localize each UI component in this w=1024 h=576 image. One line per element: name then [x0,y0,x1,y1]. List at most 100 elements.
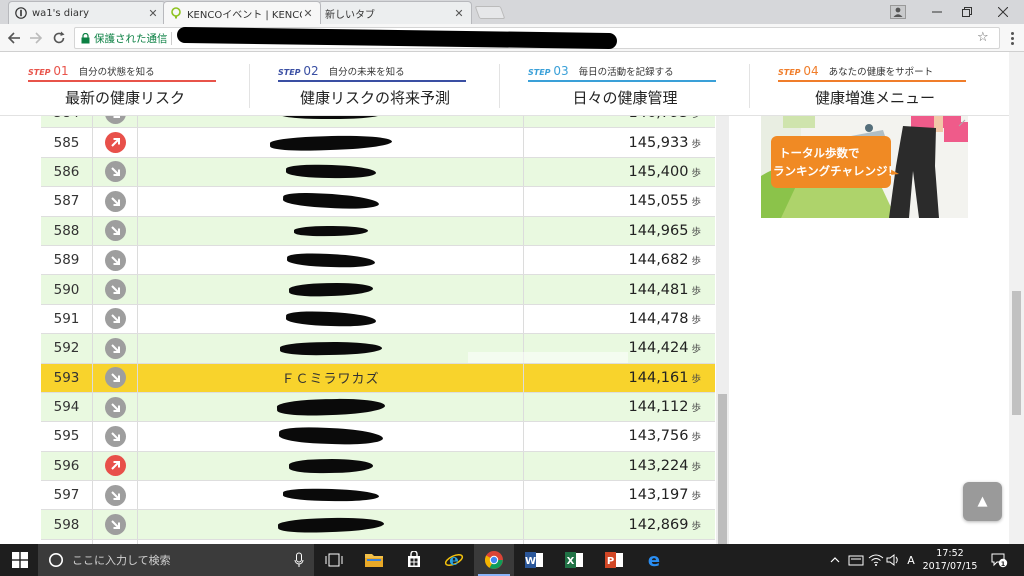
step-unit: 歩 [691,373,701,385]
trend-cell [93,116,138,128]
profile-icon[interactable] [881,0,915,24]
team-name: ＦＣミラワカズ [281,372,380,388]
close-window-icon[interactable] [986,0,1020,24]
nav-step-03[interactable]: STEP 03 毎日の活動を記録する 日々の健康管理 [500,52,750,116]
step-unit: 歩 [691,432,701,444]
blog-favicon-icon [15,7,27,19]
table-row: 586 145,400 歩 [41,157,715,188]
table-row: 588 144,965 歩 [41,216,715,246]
name-cell [138,451,524,481]
address-bar[interactable]: 保護された通信 ☆ [74,26,1000,50]
file-explorer-icon[interactable] [354,544,394,576]
trend-cell [93,157,138,187]
bookmark-star-icon[interactable]: ☆ [977,30,989,45]
task-view-icon[interactable] [314,544,354,576]
nav-step-04[interactable]: STEP 04 あなたの健康をサポート 健康増進メニュー [750,52,1000,116]
step-unit: 歩 [691,461,701,473]
name-cell [138,187,524,216]
rank-cell: 589 [41,245,93,275]
table-row: 584 146,793歩 [41,116,715,129]
powerpoint-icon[interactable]: P [594,544,634,576]
table-row: 587 145,055 歩 [41,187,715,217]
redacted-name [293,225,368,237]
tab-close-icon[interactable]: ✕ [147,7,159,20]
trend-down-arrow-icon [104,425,126,447]
people-icon[interactable] [846,544,866,576]
minimize-icon[interactable] [920,0,954,24]
step-count: 144,682 [628,252,689,269]
step-count: 145,400 [628,163,689,180]
redacted-name [277,515,384,534]
name-cell [138,157,524,187]
trend-down-arrow-icon [104,308,126,330]
show-hidden-icons-chevron-icon[interactable] [826,544,844,576]
trend-down-arrow-icon [104,367,126,389]
page-scrollbar[interactable] [1009,52,1024,544]
steps-cell: 144,965 歩 [524,217,715,245]
step-unit: 歩 [691,491,701,503]
restore-icon[interactable] [950,0,984,24]
rank-cell: 598 [41,510,93,539]
edge-icon[interactable]: e [634,544,674,576]
taskbar-clock[interactable]: 17:52 2017/07/15 [920,547,980,573]
back-arrow-icon[interactable] [4,28,24,48]
clock-date: 2017/07/15 [922,561,978,572]
microphone-icon[interactable] [294,552,304,568]
step-label: STEP 02 [278,64,319,78]
table-scrollbar[interactable] [716,116,729,544]
store-icon[interactable] [394,544,434,576]
steps-cell: 146,793歩 [524,116,715,127]
step-header: STEP 01 自分の状態を知る [28,64,216,82]
action-center-icon[interactable]: 1 [986,544,1012,576]
trend-cell [93,187,138,216]
steps-cell: 143,224 歩 [524,452,715,480]
cortana-circle-icon [49,553,63,567]
tab-wa1-diary[interactable]: wa1's diary ✕ [8,1,166,24]
wifi-icon[interactable] [866,544,886,576]
trend-cell [93,245,138,275]
browser-menu-icon[interactable] [1006,28,1018,48]
secure-indicator[interactable]: 保護された通信 [81,31,168,46]
windows-start-icon[interactable] [0,544,40,576]
forward-arrow-icon[interactable] [26,28,46,48]
step-unit: 歩 [691,403,701,415]
word-icon[interactable]: W [514,544,554,576]
nav-step-02[interactable]: STEP 02 自分の未来を知る 健康リスクの将来予測 [250,52,500,116]
step-label: STEP 01 [28,64,69,78]
steps-cell: 143,756 歩 [524,422,715,450]
step-header: STEP 03 毎日の活動を記録する [528,64,716,82]
name-cell [138,392,524,422]
steps-cell: 144,481 歩 [524,275,715,303]
chrome-icon[interactable] [474,544,514,576]
internet-explorer-icon[interactable]: e [434,544,474,576]
excel-icon[interactable]: X [554,544,594,576]
redacted-name [288,458,373,474]
tab-close-icon[interactable]: ✕ [302,7,314,20]
new-tab-button[interactable] [474,6,506,19]
name-cell [138,304,524,334]
up-triangle-icon: ▲ [977,494,988,509]
rank-cell: 595 [41,422,93,451]
tab-new-tab[interactable]: 新しいタブ ✕ [318,1,472,24]
table-scrollbar-thumb[interactable] [718,394,727,544]
scroll-to-top-button[interactable]: ▲ [963,482,1002,521]
trend-cell [93,392,138,422]
ranking-challenge-banner[interactable]: トータル歩数で ランキングチャレンジ！ [761,116,968,218]
reload-icon[interactable] [49,28,69,48]
redacted-name [278,116,383,120]
tab-close-icon[interactable]: ✕ [453,7,465,20]
ime-indicator[interactable]: A [902,544,920,576]
taskbar-search-box[interactable]: ここに入力して検索 [38,544,314,576]
nav-step-01[interactable]: STEP 01 自分の状態を知る 最新の健康リスク [0,52,250,116]
step-count: 144,161 [628,369,689,386]
step-unit: 歩 [691,167,701,179]
volume-icon[interactable] [884,544,902,576]
name-cell [138,481,524,510]
table-row: 594 144,112 歩 [41,392,715,423]
steps-cell: 142,869 歩 [524,510,715,538]
step-label: STEP 04 [778,64,819,78]
step-title: 健康増進メニュー [814,89,935,107]
redacted-url [176,26,618,50]
page-scrollbar-thumb[interactable] [1012,291,1021,415]
tab-kenco-event[interactable]: KENCOイベント | KENCO S ✕ [163,1,321,24]
